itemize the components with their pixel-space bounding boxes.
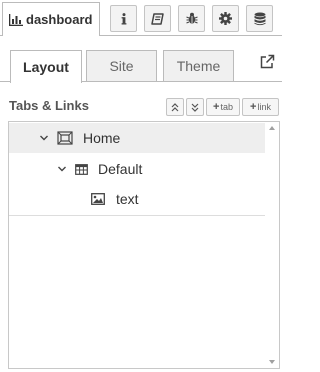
tabs-links-tree: Home Default text [8, 121, 280, 369]
tab-site[interactable]: Site [86, 50, 157, 82]
tab-icon [57, 131, 73, 145]
chevron-down-icon[interactable] [39, 134, 49, 142]
tree-item-label: text [116, 191, 139, 207]
expand-all-button[interactable] [186, 98, 204, 116]
tree-scrollbar[interactable] [265, 122, 279, 368]
book-icon [151, 12, 164, 25]
context-data-button[interactable] [246, 5, 273, 32]
info-icon [119, 12, 129, 25]
section-title: Tabs & Links [9, 98, 89, 113]
config-button[interactable] [212, 5, 239, 32]
image-icon [91, 193, 105, 205]
plus-icon: + [213, 101, 220, 113]
info-button[interactable] [110, 5, 137, 32]
add-tab-label: tab [220, 102, 233, 112]
collapse-all-button[interactable] [166, 98, 184, 116]
tree-item-group[interactable]: Default [57, 154, 142, 184]
gear-icon [219, 12, 232, 25]
tree-divider [9, 215, 265, 216]
tree-item-label: Default [98, 161, 143, 177]
tab-layout[interactable]: Layout [10, 50, 82, 83]
tree-item-label: Home [83, 130, 121, 146]
add-tab-button[interactable]: + tab [206, 98, 240, 116]
table-icon [75, 163, 88, 175]
plus-icon: + [250, 101, 257, 113]
scroll-down-icon[interactable] [269, 360, 275, 364]
bar-chart-icon [9, 13, 23, 26]
dashboard-subtabs: Layout Site Theme [0, 36, 282, 83]
chevron-double-down-icon [191, 103, 199, 112]
database-icon [254, 12, 266, 26]
bug-icon [185, 12, 198, 25]
sidebar-tab-dashboard[interactable]: dashboard [2, 2, 100, 36]
dashboard-sidebar: dashboard Layout Site Theme Tabs & Links… [0, 0, 282, 372]
add-link-label: link [257, 102, 271, 112]
chevron-down-icon[interactable] [57, 165, 67, 173]
sidebar-tab-label: dashboard [26, 12, 93, 27]
help-button[interactable] [144, 5, 171, 32]
debug-button[interactable] [178, 5, 205, 32]
add-link-button[interactable]: + link [242, 98, 279, 116]
scroll-up-icon[interactable] [269, 126, 275, 130]
external-link-icon[interactable] [259, 54, 275, 70]
sidebar-toolbar: dashboard [0, 0, 282, 36]
chevron-double-up-icon [171, 102, 179, 112]
tree-item-widget[interactable]: text [91, 184, 139, 214]
tab-theme[interactable]: Theme [163, 50, 234, 82]
tree-item-tab[interactable]: Home [39, 123, 120, 153]
